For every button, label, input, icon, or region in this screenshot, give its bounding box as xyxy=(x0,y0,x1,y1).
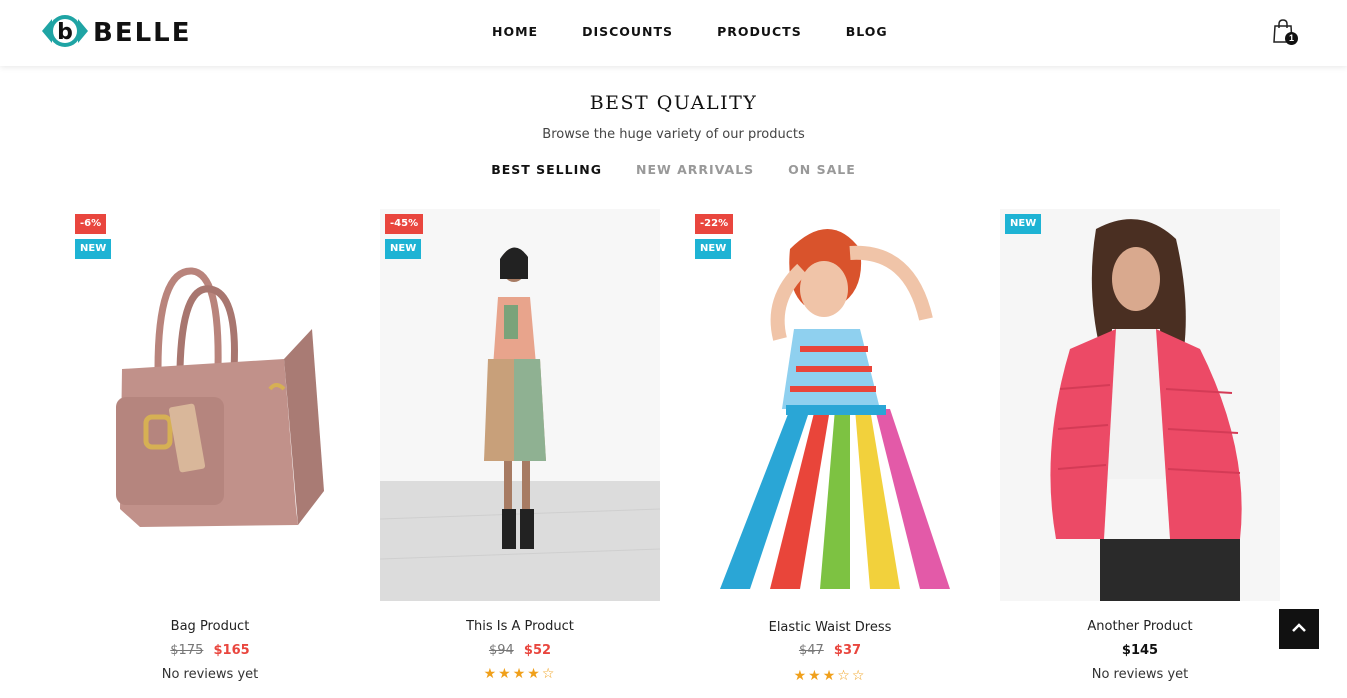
product-card: -6% NEW Bag Product $175 $165 No reviews… xyxy=(70,209,350,682)
product-image-dress[interactable]: -45% NEW xyxy=(380,209,660,601)
reviews-text: No reviews yet xyxy=(161,667,259,682)
new-badge: NEW xyxy=(75,239,112,259)
sale-price: $37 xyxy=(833,643,862,658)
discount-badge: -45% xyxy=(385,214,424,234)
star-empty-icon: ☆ xyxy=(851,667,867,683)
star-filled-icon: ★ xyxy=(512,665,528,681)
star-filled-icon: ★ xyxy=(822,667,838,683)
product-tabs: BEST SELLING NEW ARRIVALS ON SALE xyxy=(0,162,1347,177)
main-nav: HOME DISCOUNTS PRODUCTS BLOG xyxy=(492,24,932,39)
product-price: $47 $37 xyxy=(690,643,970,658)
product-name[interactable]: Another Product xyxy=(1000,619,1280,634)
product-image-striped-dress[interactable]: -22% NEW xyxy=(690,209,970,601)
discount-badge: -22% xyxy=(695,214,734,234)
product-name[interactable]: This Is A Product xyxy=(380,619,660,634)
sale-price: $52 xyxy=(523,643,552,658)
brand-logo[interactable]: b BELLE xyxy=(40,13,192,54)
star-filled-icon: ★ xyxy=(498,665,513,681)
logo-icon: b xyxy=(40,13,90,54)
reviews-text: No reviews yet xyxy=(1091,667,1189,682)
cart-count-badge: 1 xyxy=(1285,32,1298,45)
brand-name: BELLE xyxy=(93,18,192,48)
star-filled-icon: ★ xyxy=(793,667,809,683)
old-price: $47 xyxy=(798,643,824,658)
star-filled-icon: ★ xyxy=(527,665,542,681)
nav-discounts[interactable]: DISCOUNTS xyxy=(582,24,673,39)
product-name[interactable]: Elastic Waist Dress xyxy=(690,620,970,635)
back-to-top-button[interactable] xyxy=(1279,609,1319,649)
star-empty-icon: ☆ xyxy=(541,665,557,681)
svg-text:b: b xyxy=(57,20,73,45)
rating-stars: ★★★☆☆ xyxy=(690,667,970,684)
site-header: b BELLE HOME DISCOUNTS PRODUCTS BLOG 1 xyxy=(0,0,1347,66)
nav-home[interactable]: HOME xyxy=(492,24,538,39)
product-name[interactable]: Bag Product xyxy=(70,619,350,634)
star-filled-icon: ★ xyxy=(483,665,499,681)
tab-new-arrivals[interactable]: NEW ARRIVALS xyxy=(636,162,754,177)
sale-price: $165 xyxy=(213,643,250,658)
old-price: $94 xyxy=(488,643,514,658)
nav-blog[interactable]: BLOG xyxy=(846,24,888,39)
new-badge: NEW xyxy=(385,239,422,259)
product-card: -22% NEW Elastic Waist Dress $47 $37 ★★★… xyxy=(690,209,970,683)
product-card: -45% NEW This Is A Product $94 $52 ★★★★☆ xyxy=(380,209,660,681)
cart-button[interactable]: 1 xyxy=(1271,18,1301,48)
product-card: NEW Another Product $145 No reviews yet xyxy=(1000,209,1280,682)
discount-badge: -6% xyxy=(75,214,107,234)
tab-best-selling[interactable]: BEST SELLING xyxy=(491,162,602,177)
section-subtitle: Browse the huge variety of our products xyxy=(542,127,805,142)
nav-products[interactable]: PRODUCTS xyxy=(717,24,802,39)
star-empty-icon: ☆ xyxy=(837,667,852,683)
product-price: $145 xyxy=(1000,643,1280,658)
regular-price: $145 xyxy=(1121,643,1159,658)
star-filled-icon: ★ xyxy=(808,667,823,683)
rating-stars: ★★★★☆ xyxy=(380,665,660,682)
old-price: $175 xyxy=(170,643,204,658)
new-badge: NEW xyxy=(1005,214,1042,234)
product-price: $94 $52 xyxy=(380,643,660,658)
tab-on-sale[interactable]: ON SALE xyxy=(788,162,856,177)
product-image-bag[interactable]: -6% NEW xyxy=(70,209,350,601)
product-price: $175 $165 xyxy=(70,643,350,658)
new-badge: NEW xyxy=(695,239,732,259)
section-title: BEST QUALITY xyxy=(589,92,758,114)
chevron-up-icon xyxy=(1292,620,1306,638)
product-image-jacket[interactable]: NEW xyxy=(1000,209,1280,601)
